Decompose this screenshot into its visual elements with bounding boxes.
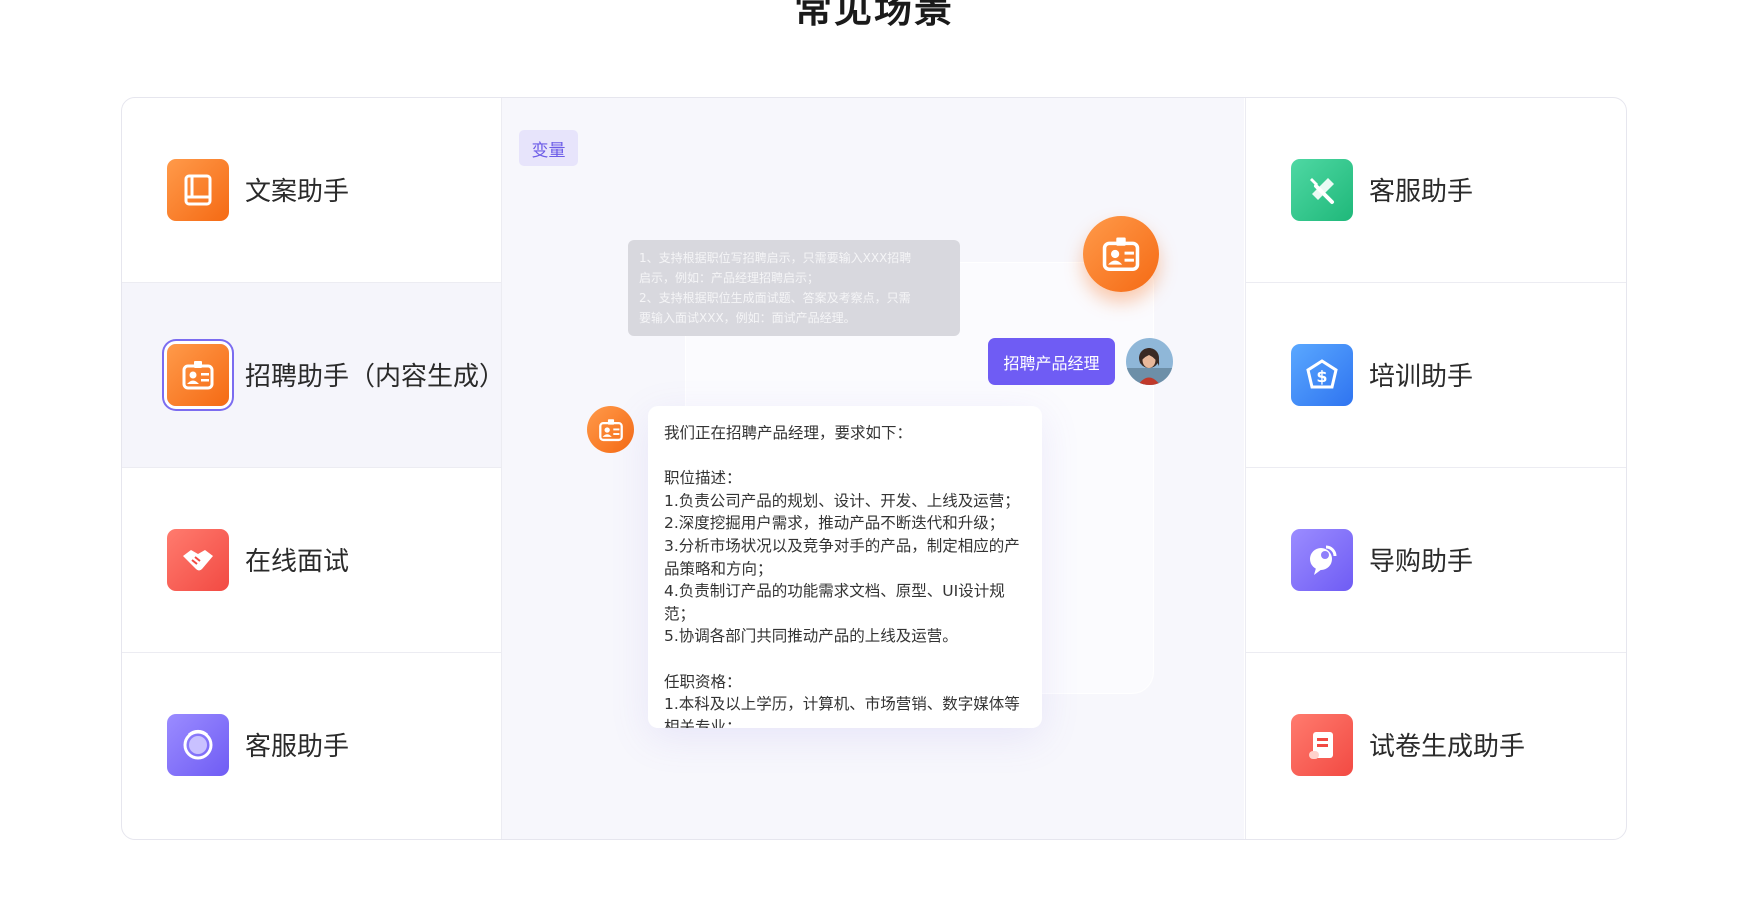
tooltip-line: 要输入面试XXX，例如：面试产品经理。 bbox=[639, 311, 856, 325]
tooltip-line: 1、支持根据职位写招聘启示，只需要输入XXX招聘 bbox=[639, 251, 912, 265]
message-line bbox=[664, 445, 1026, 468]
scenario-item-copywriting[interactable]: 文案助手 bbox=[122, 98, 501, 283]
scenario-item-training[interactable]: $ 培训助手 bbox=[1246, 283, 1626, 468]
scenario-item-interview[interactable]: 在线面试 bbox=[122, 468, 501, 653]
scenario-item-shopping-guide[interactable]: 导购助手 bbox=[1246, 468, 1626, 653]
section-title: 常见场景 bbox=[793, 0, 954, 31]
message-line: 2.深度挖掘用户需求，推动产品不断迭代和升级； bbox=[664, 514, 1005, 533]
hint-tooltip: 1、支持根据职位写招聘启示，只需要输入XXX招聘 启示，例如：产品经理招聘启示；… bbox=[628, 240, 960, 336]
svg-text:$: $ bbox=[1316, 367, 1327, 386]
variable-tag[interactable]: 变量 bbox=[519, 130, 578, 166]
scenario-panel: 文案助手 招聘助手（内容生成） 在线面试 客服助手 变量 1、支持根据职位写招聘… bbox=[121, 97, 1627, 840]
right-scenario-list: 客服助手 $ 培训助手 导购助手 试卷生成助手 bbox=[1245, 98, 1626, 839]
message-line: 4.负责制订产品的功能需求文档、原型、UI设计规范； bbox=[664, 582, 1005, 623]
scenario-label: 文案助手 bbox=[245, 177, 350, 207]
message-line: 5.协调各部门共同推动产品的上线及运营。 bbox=[664, 627, 958, 646]
assistant-badge-icon bbox=[1083, 216, 1159, 292]
bot-avatar-icon bbox=[587, 406, 634, 453]
user-message-bubble: 招聘产品经理 bbox=[988, 338, 1115, 385]
message-line bbox=[664, 648, 1026, 671]
scenario-label: 导购助手 bbox=[1369, 547, 1474, 577]
scenario-label: 在线面试 bbox=[245, 547, 350, 577]
message-line: 1.负责公司产品的规划、设计、开发、上线及运营； bbox=[664, 491, 1020, 510]
message-line: 3.分析市场状况以及竞争对手的产品，制定相应的产品策略和方向； bbox=[664, 536, 1020, 578]
chat-preview: 变量 1、支持根据职位写招聘启示，只需要输入XXX招聘 启示，例如：产品经理招聘… bbox=[502, 98, 1244, 839]
scenario-label: 试卷生成助手 bbox=[1369, 732, 1526, 762]
message-line: 任职资格： bbox=[664, 672, 742, 691]
message-line: 职位描述： bbox=[664, 469, 742, 488]
tooltip-line: 2、支持根据职位生成面试题、答案及考察点，只需 bbox=[639, 291, 911, 305]
scenario-item-exam-generator[interactable]: 试卷生成助手 bbox=[1246, 653, 1626, 838]
scenario-item-recruiting[interactable]: 招聘助手（内容生成） bbox=[122, 283, 505, 468]
scenario-item-customer-service[interactable]: 客服助手 bbox=[122, 653, 501, 838]
scenario-label: 招聘助手（内容生成） bbox=[245, 362, 506, 392]
message-line: 1.本科及以上学历，计算机、市场营销、数字媒体等相关专业； bbox=[664, 695, 1020, 728]
scenario-label: 培训助手 bbox=[1369, 362, 1474, 392]
chat-bubble-icon bbox=[1291, 529, 1353, 591]
scenario-label: 客服助手 bbox=[1369, 177, 1474, 207]
ring-icon bbox=[167, 714, 229, 776]
scenario-item-customer-service-2[interactable]: 客服助手 bbox=[1246, 98, 1626, 283]
left-scenario-list: 文案助手 招聘助手（内容生成） 在线面试 客服助手 bbox=[122, 98, 505, 839]
tooltip-line: 启示，例如：产品经理招聘启示； bbox=[639, 271, 820, 285]
scenario-label: 客服助手 bbox=[245, 732, 350, 762]
bot-message-bubble: 我们正在招聘产品经理，要求如下： 职位描述： 1.负责公司产品的规划、设计、开发… bbox=[648, 406, 1042, 728]
message-line: 我们正在招聘产品经理，要求如下： bbox=[664, 424, 913, 442]
book-icon bbox=[167, 159, 229, 221]
tools-icon bbox=[1291, 159, 1353, 221]
user-avatar bbox=[1126, 338, 1173, 385]
scroll-icon bbox=[1291, 714, 1353, 776]
handshake-icon bbox=[167, 529, 229, 591]
id-badge-icon bbox=[167, 344, 229, 406]
dollar-shield-icon: $ bbox=[1291, 344, 1353, 406]
